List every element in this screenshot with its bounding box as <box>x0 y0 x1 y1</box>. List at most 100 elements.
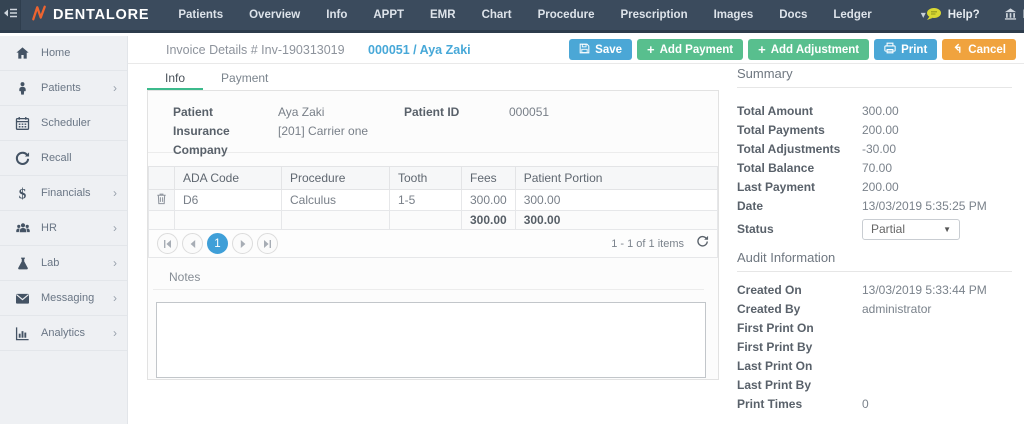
top-nav-menu: PatientsOverviewInfoAPPTEMRChartProcedur… <box>165 0 884 30</box>
last-page-icon <box>263 235 272 253</box>
audit-row-label: First Print On <box>737 319 862 338</box>
summary-row-value: 300.00 <box>862 102 1012 121</box>
top-nav-item[interactable]: Info <box>313 0 360 30</box>
top-nav-item[interactable]: Patients <box>165 0 236 30</box>
audit-row-label: First Print By <box>737 338 862 357</box>
audit-rows: Created On 13/03/2019 5:33:44 PM Created… <box>737 281 1012 414</box>
main-content: Invoice Details # Inv-190313019 000051 /… <box>128 36 1024 424</box>
cancel-button[interactable]: Cancel <box>942 39 1016 60</box>
clinic-selector[interactable]: Dokki <box>1004 8 1024 23</box>
sidebar-item-label: Financials <box>41 187 113 199</box>
chevron-right-icon: › <box>113 292 117 304</box>
prev-page-icon <box>189 235 197 253</box>
sidebar-item[interactable]: HR › <box>0 211 127 246</box>
top-nav-item[interactable]: APPT <box>360 0 417 30</box>
sidebar-item[interactable]: Home › <box>0 36 127 71</box>
table-row: D6 Calculus 1-5 300.00 300.00 <box>149 190 718 211</box>
print-button[interactable]: Print <box>874 39 937 60</box>
plus-icon: + <box>758 43 766 56</box>
floppy-disk-icon <box>579 43 590 57</box>
summary-row-label: Date <box>737 197 862 216</box>
total-patient-portion: 300.00 <box>515 211 717 230</box>
summary-row: Last Payment 200.00 <box>737 178 1012 197</box>
dropdown-caret-icon: ▼ <box>943 225 951 234</box>
audit-row-label: Created By <box>737 300 862 319</box>
audit-panel: Audit Information Created On 13/03/2019 … <box>737 250 1012 414</box>
svg-text:$: $ <box>19 186 27 200</box>
sidebar-item[interactable]: $ Financials › <box>0 176 127 211</box>
audit-row: Print Times 0 <box>737 395 1012 414</box>
collapse-menu-icon <box>0 6 20 25</box>
top-nav-item[interactable]: Chart <box>469 0 525 30</box>
current-page-button[interactable]: 1 <box>207 233 228 254</box>
dollar-icon: $ <box>14 185 31 202</box>
top-nav-item[interactable]: Overview <box>236 0 313 30</box>
refresh-button[interactable] <box>696 235 709 253</box>
top-nav-item[interactable]: Procedure <box>525 0 608 30</box>
tab[interactable]: Info <box>147 69 203 90</box>
printer-icon <box>884 42 896 57</box>
next-page-button[interactable] <box>232 233 253 254</box>
save-button[interactable]: Save <box>569 39 632 60</box>
logo-mark-icon <box>31 5 47 25</box>
summary-row-value: -30.00 <box>862 140 1012 159</box>
summary-row-value: 200.00 <box>862 178 1012 197</box>
undo-arrow-icon <box>952 43 963 57</box>
envelope-icon <box>14 290 31 307</box>
summary-row-value: 200.00 <box>862 121 1012 140</box>
status-value: Partial <box>871 222 905 236</box>
delete-row-button[interactable] <box>149 190 175 211</box>
sidebar-item[interactable]: Messaging › <box>0 281 127 316</box>
summary-row-value: 13/03/2019 5:35:25 PM <box>862 197 1012 216</box>
audit-row: Last Print By <box>737 376 1012 395</box>
insurance-label: Insurance Company <box>173 122 278 160</box>
sidebar-item-label: Lab <box>41 257 113 269</box>
sidebar-item[interactable]: Analytics › <box>0 316 127 351</box>
table-header-row: ADA Code Procedure Tooth Fees Patient Po… <box>149 167 718 190</box>
sidebar-item-label: Recall <box>41 152 113 164</box>
summary-row-label: Total Amount <box>737 102 862 121</box>
next-page-icon <box>239 235 247 253</box>
audit-row-label: Print Times <box>737 395 862 414</box>
cell-fees: 300.00 <box>462 190 516 211</box>
tab[interactable]: Payment <box>203 69 286 90</box>
cell-tooth: 1-5 <box>390 190 462 211</box>
sidebar-item[interactable]: Patients › <box>0 71 127 106</box>
help-menu[interactable]: Help? <box>926 7 980 24</box>
audit-row-value <box>862 338 1012 357</box>
sidebar-item[interactable]: Lab › <box>0 246 127 281</box>
status-dropdown[interactable]: Partial ▼ <box>862 219 960 240</box>
audit-row-value <box>862 357 1012 376</box>
sidebar-item[interactable]: Recall › <box>0 141 127 176</box>
summary-row: Total Balance 70.00 <box>737 159 1012 178</box>
chat-bubble-icon <box>926 7 942 24</box>
last-page-button[interactable] <box>257 233 278 254</box>
audit-row-label: Last Print By <box>737 376 862 395</box>
top-nav-item[interactable]: Docs <box>766 0 820 30</box>
col-tooth: Tooth <box>390 167 462 190</box>
top-nav-item[interactable]: Images <box>701 0 767 30</box>
app-logo: DENTALORE <box>31 5 149 25</box>
barchart-icon <box>14 325 31 342</box>
summary-row: Total Payments 200.00 <box>737 121 1012 140</box>
audit-row-label: Created On <box>737 281 862 300</box>
sidebar-item[interactable]: Scheduler › <box>0 106 127 141</box>
top-nav-item[interactable]: EMR <box>417 0 469 30</box>
prev-page-button[interactable] <box>182 233 203 254</box>
audit-row-value: administrator <box>862 300 1012 319</box>
notes-label: Notes <box>169 270 718 284</box>
add-adjustment-button[interactable]: + Add Adjustment <box>748 39 869 60</box>
sidebar-collapse-button[interactable] <box>0 0 21 30</box>
patient-id-value: 000051 <box>509 103 718 122</box>
first-page-button[interactable] <box>157 233 178 254</box>
chevron-right-icon: › <box>113 327 117 339</box>
audit-row-label: Last Print On <box>737 357 862 376</box>
add-payment-button[interactable]: + Add Payment <box>637 39 743 60</box>
help-label: Help? <box>948 9 980 21</box>
table-pagination: 1 1 - 1 of 1 items <box>148 230 718 258</box>
top-nav-item[interactable]: Prescription <box>608 0 701 30</box>
notes-textarea[interactable] <box>156 302 706 378</box>
patient-link[interactable]: 000051 / Aya Zaki <box>368 43 471 57</box>
patient-info-block: Patient Aya Zaki Patient ID 000051 Insur… <box>148 91 718 153</box>
top-nav-item[interactable]: Ledger <box>820 0 884 30</box>
